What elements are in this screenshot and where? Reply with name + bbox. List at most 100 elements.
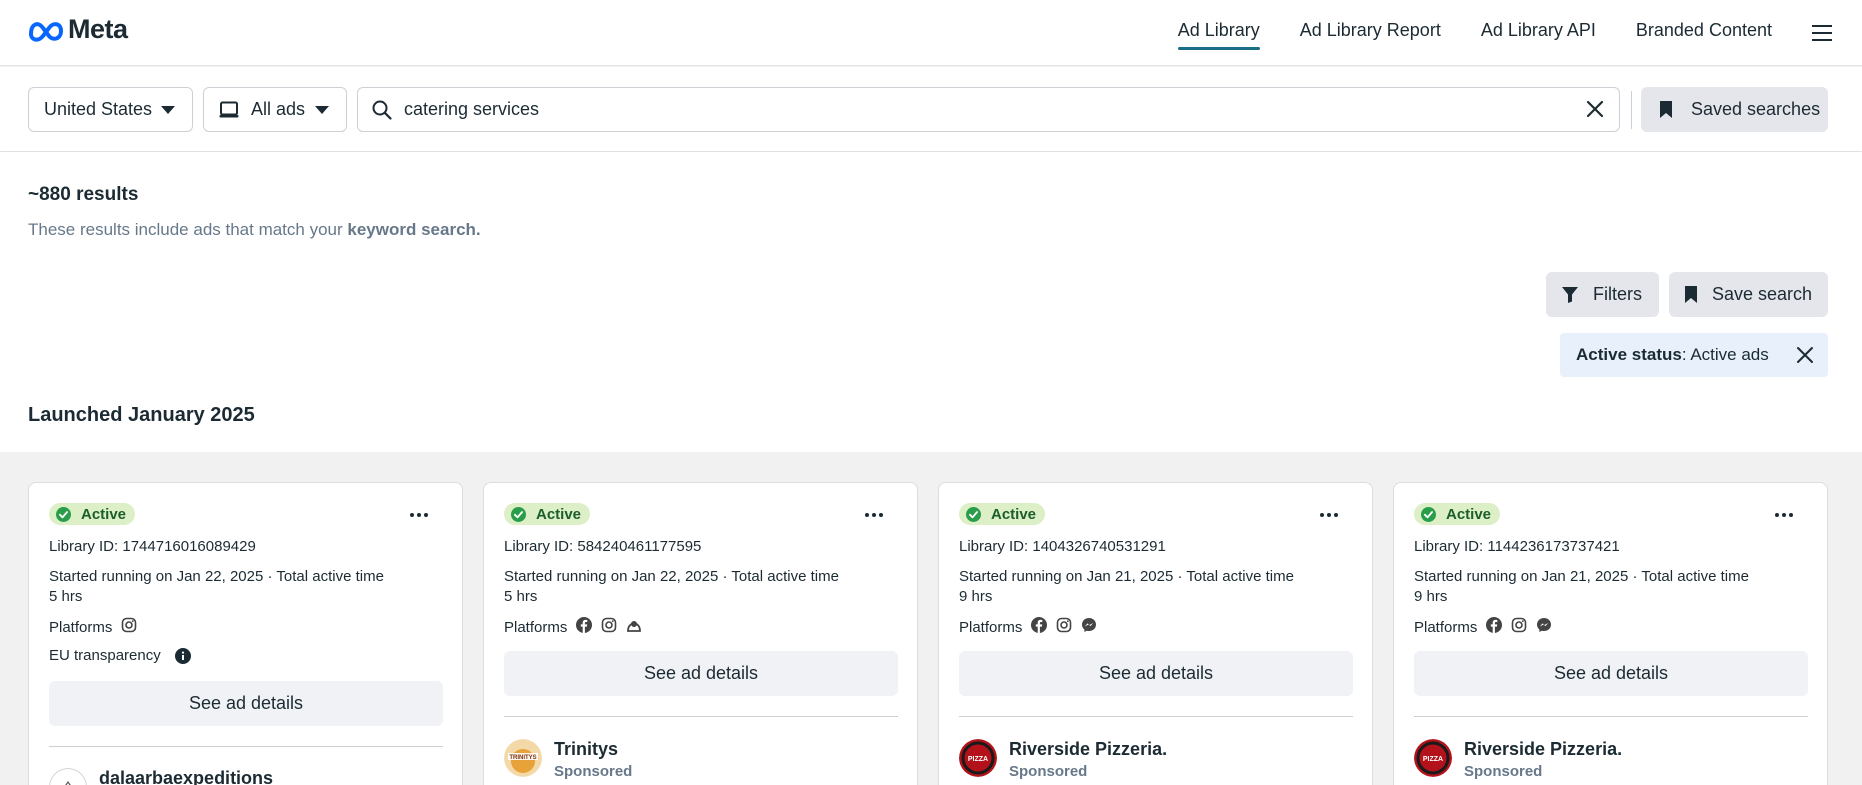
- instagram-icon: [1511, 617, 1527, 637]
- search-bar: United States All ads catering services …: [0, 67, 1862, 151]
- status-badge: Active: [959, 503, 1046, 525]
- advertiser-name[interactable]: Trinitys: [554, 739, 632, 760]
- advertiser-name[interactable]: Riverside Pizzeria.: [1464, 739, 1622, 760]
- eu-transparency-label[interactable]: EU transparency: [49, 647, 161, 664]
- search-input[interactable]: catering services: [357, 87, 1620, 132]
- platforms-row: Platforms: [504, 617, 642, 637]
- bookmark-icon: [1660, 101, 1672, 118]
- bookmark-icon: [1685, 286, 1697, 303]
- status-badge: Active: [49, 503, 136, 525]
- logo-text: Meta: [68, 14, 128, 44]
- avatar: [49, 768, 87, 785]
- ad-type-select[interactable]: All ads: [203, 87, 347, 132]
- audience-network-icon: [626, 617, 642, 637]
- check-circle-icon: [966, 506, 981, 522]
- results-header: ~880 results These results include ads t…: [0, 152, 1862, 452]
- filters-button[interactable]: Filters: [1546, 272, 1659, 317]
- sponsored-label: Sponsored: [554, 763, 633, 780]
- platforms-row: Platforms: [1414, 617, 1552, 637]
- top-navigation: Meta Ad Library Ad Library Report Ad Lib…: [0, 0, 1862, 66]
- more-options-icon[interactable]: [1775, 513, 1793, 517]
- more-options-icon[interactable]: [1320, 513, 1338, 517]
- results-description: These results include ads that match you…: [28, 220, 481, 240]
- facebook-icon: [576, 617, 593, 637]
- active-status-filter-chip: Active status: Active ads: [1560, 333, 1828, 377]
- saved-searches-button[interactable]: Saved searches: [1641, 87, 1828, 132]
- started-running: Started running on Jan 22, 2025 · Total …: [504, 568, 839, 585]
- avatar: PIZZA: [1414, 739, 1452, 777]
- save-search-button[interactable]: Save search: [1669, 272, 1828, 317]
- close-icon[interactable]: [1796, 346, 1814, 364]
- platforms-row: Platforms: [959, 617, 1097, 637]
- see-ad-details-button[interactable]: See ad details: [959, 651, 1353, 696]
- country-select-value: United States: [44, 99, 153, 119]
- library-id: Library ID: 1144236173737421: [1414, 538, 1620, 555]
- status-badge: Active: [1414, 503, 1501, 525]
- hamburger-icon[interactable]: [1812, 20, 1832, 46]
- instagram-icon: [1056, 617, 1072, 637]
- nav-links: Ad Library Ad Library Report Ad Library …: [1177, 0, 1862, 66]
- ad-card: Active Library ID: 1144236173737421 Star…: [1393, 482, 1828, 785]
- status-label: Active: [536, 505, 582, 523]
- avatar: PIZZA: [959, 739, 997, 777]
- see-ad-details-button[interactable]: See ad details: [49, 681, 443, 726]
- svg-text:PIZZA: PIZZA: [968, 756, 988, 763]
- description-text: These results include ads that match you…: [28, 220, 348, 239]
- clear-search-icon[interactable]: [1585, 99, 1605, 119]
- started-running: Started running on Jan 21, 2025 · Total …: [959, 568, 1294, 585]
- advertiser-name[interactable]: Riverside Pizzeria.: [1009, 739, 1167, 760]
- chip-key: Active status: [1576, 345, 1682, 364]
- info-icon[interactable]: [174, 647, 191, 664]
- save-search-label: Save search: [1712, 284, 1813, 304]
- see-ad-details-button[interactable]: See ad details: [1414, 651, 1808, 696]
- svg-text:PIZZA: PIZZA: [1423, 756, 1443, 763]
- platforms-row: Platforms: [49, 617, 137, 637]
- active-duration: 9 hrs: [1414, 588, 1448, 605]
- filter-icon: [1562, 286, 1578, 303]
- started-running: Started running on Jan 21, 2025 · Total …: [1414, 568, 1749, 585]
- svg-text:TRINITYS: TRINITYS: [509, 755, 536, 761]
- active-duration: 5 hrs: [49, 588, 83, 605]
- divider: [1414, 716, 1808, 717]
- see-ad-details-button[interactable]: See ad details: [504, 651, 898, 696]
- advertiser-row[interactable]: PIZZA Riverside Pizzeria. Sponsored: [1414, 739, 1622, 780]
- search-query-text: catering services: [404, 99, 540, 119]
- search-icon: [372, 100, 392, 120]
- platforms-label: Platforms: [1414, 618, 1478, 636]
- platforms-label: Platforms: [504, 618, 568, 636]
- ad-card: Active Library ID: 1404326740531291 Star…: [938, 482, 1373, 785]
- nav-ad-library-api[interactable]: Ad Library API: [1481, 0, 1596, 66]
- advertiser-name[interactable]: dalaarbaexpeditions: [99, 768, 273, 785]
- eu-transparency-row: EU transparency: [49, 647, 191, 664]
- instagram-icon: [121, 617, 137, 637]
- nav-branded-content[interactable]: Branded Content: [1636, 0, 1772, 66]
- more-options-icon[interactable]: [865, 513, 883, 517]
- messenger-icon: [1081, 617, 1097, 637]
- platforms-label: Platforms: [49, 618, 113, 636]
- filters-label: Filters: [1593, 284, 1642, 304]
- divider: [49, 746, 443, 747]
- chevron-down-icon: [161, 106, 175, 114]
- divider: [1631, 91, 1632, 129]
- advertiser-row[interactable]: PIZZA Riverside Pizzeria. Sponsored: [959, 739, 1167, 780]
- meta-logo[interactable]: Meta: [28, 14, 128, 45]
- library-id: Library ID: 1404326740531291: [959, 538, 1166, 555]
- advertiser-row[interactable]: TRINITYS Trinitys Sponsored: [504, 739, 632, 780]
- facebook-icon: [1031, 617, 1048, 637]
- chevron-down-icon: [315, 106, 329, 114]
- meta-infinity-icon: [29, 21, 63, 42]
- platforms-label: Platforms: [959, 618, 1023, 636]
- section-title: Launched January 2025: [28, 404, 255, 426]
- library-id: Library ID: 584240461177595: [504, 538, 702, 555]
- sponsored-label: Sponsored: [1009, 763, 1088, 780]
- results-count: ~880 results: [28, 184, 139, 205]
- check-circle-icon: [511, 506, 526, 522]
- country-select[interactable]: United States: [28, 87, 193, 132]
- nav-ad-library-report[interactable]: Ad Library Report: [1300, 0, 1441, 66]
- ad-card: Active Library ID: 584240461177595 Start…: [483, 482, 918, 785]
- sponsored-label: Sponsored: [1464, 763, 1543, 780]
- nav-ad-library[interactable]: Ad Library: [1177, 0, 1260, 66]
- advertiser-row[interactable]: dalaarbaexpeditions: [49, 768, 273, 785]
- status-label: Active: [1446, 505, 1492, 523]
- more-options-icon[interactable]: [410, 513, 428, 517]
